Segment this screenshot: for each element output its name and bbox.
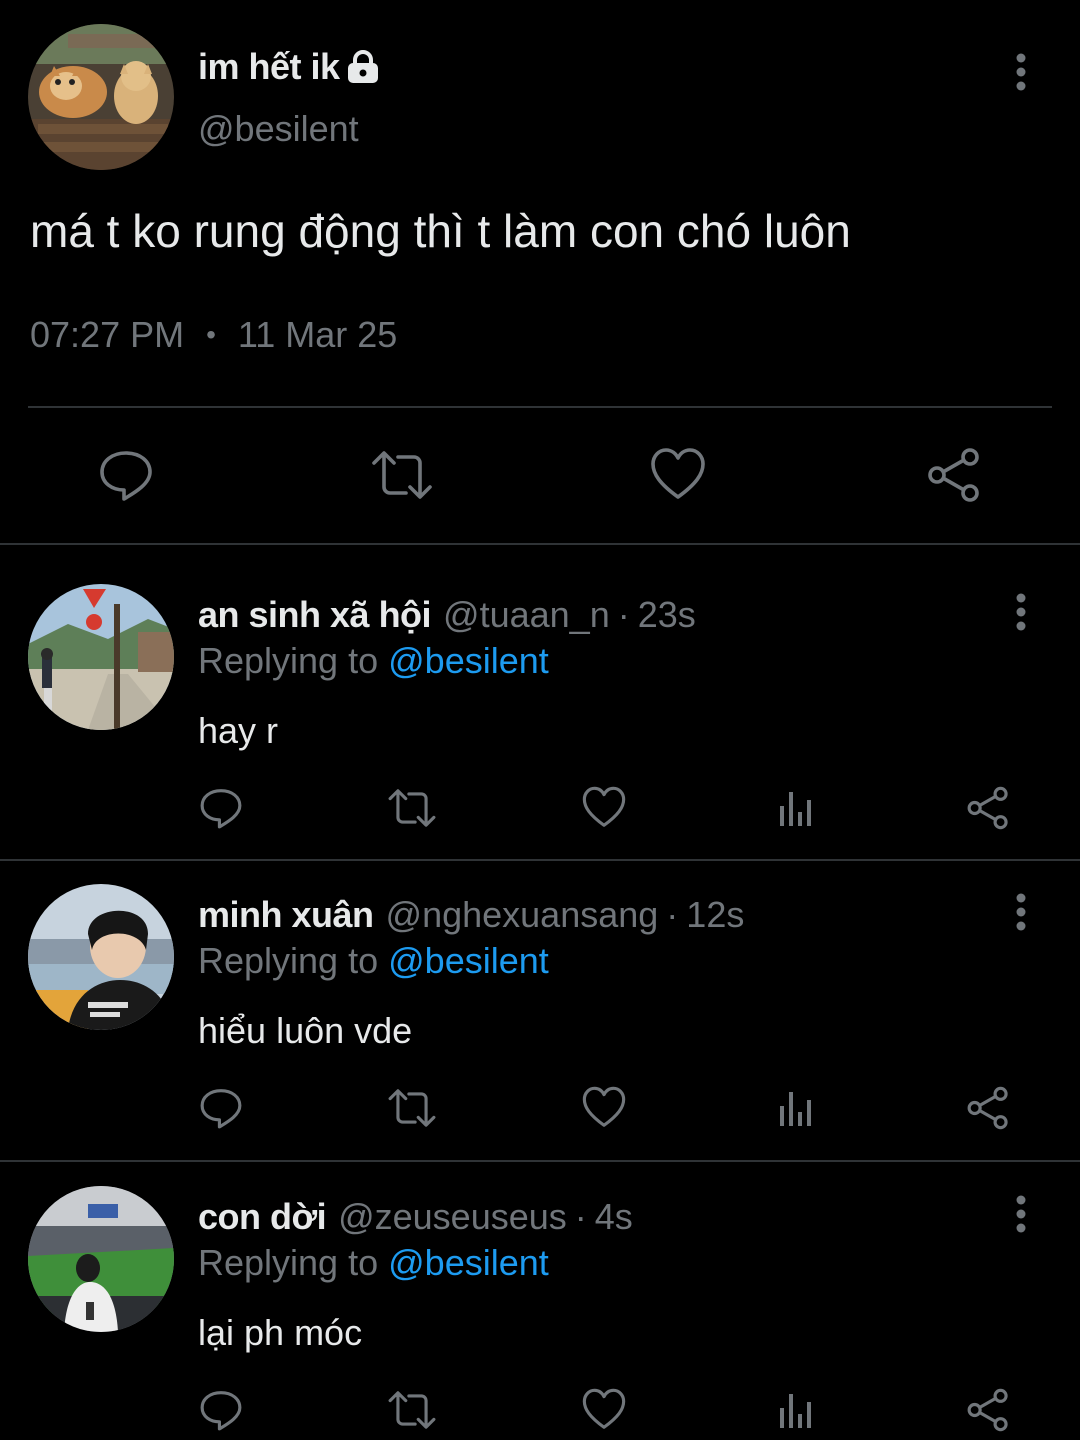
mention-link[interactable]: @besilent bbox=[388, 640, 549, 681]
replying-to-label: Replying to bbox=[198, 940, 379, 981]
reply-icon bbox=[199, 1086, 243, 1130]
replying-to-line: Replying to @besilent bbox=[198, 940, 549, 982]
header-separator: · bbox=[574, 1196, 587, 1237]
reply-icon bbox=[98, 447, 154, 503]
tweet-date: 11 Mar 25 bbox=[237, 314, 398, 355]
reply-icon bbox=[199, 786, 243, 830]
share-button[interactable] bbox=[960, 1080, 1016, 1136]
analytics-icon bbox=[776, 788, 816, 828]
share-icon bbox=[926, 447, 982, 503]
reply-header: con dời @zeuseuseus · 4s bbox=[198, 1194, 633, 1240]
share-button[interactable] bbox=[919, 440, 989, 510]
tweet-text: má t ko rung động thì t làm con chó luôn bbox=[30, 205, 851, 257]
reply-tweet[interactable]: minh xuân @nghexuansang · 12s Replying t… bbox=[0, 860, 1080, 1160]
reply-button[interactable] bbox=[193, 780, 249, 836]
tweet-timestamp: 07:27 PM • 11 Mar 25 bbox=[30, 314, 397, 356]
divider bbox=[28, 406, 1052, 408]
reply-icon bbox=[199, 1388, 243, 1432]
reply-header: minh xuân @nghexuansang · 12s bbox=[198, 892, 744, 938]
author-name-row: im hết ik bbox=[198, 44, 380, 90]
retweet-button[interactable] bbox=[384, 1382, 440, 1438]
reply-handle[interactable]: @nghexuansang bbox=[386, 894, 659, 936]
reply-time: 12s bbox=[686, 894, 745, 935]
header-separator: · bbox=[617, 594, 630, 635]
reply-display-name[interactable]: minh xuân bbox=[198, 894, 374, 936]
reply-tweet[interactable]: con dời @zeuseuseus · 4s Replying to @be… bbox=[0, 1162, 1080, 1440]
main-tweet: im hết ik @besilent má t ko rung động th… bbox=[0, 0, 1080, 545]
analytics-button[interactable] bbox=[768, 1080, 824, 1136]
like-icon bbox=[582, 1086, 626, 1130]
reply-time: 23s bbox=[637, 594, 696, 635]
replying-to-label: Replying to bbox=[198, 1242, 379, 1283]
like-icon bbox=[650, 447, 706, 503]
retweet-button[interactable] bbox=[384, 780, 440, 836]
tweet-action-bar bbox=[0, 440, 1080, 510]
more-vertical-icon[interactable] bbox=[1013, 52, 1029, 92]
reply-action-bar bbox=[0, 1382, 1080, 1440]
tweet-thread-screen: im hết ik @besilent má t ko rung động th… bbox=[0, 0, 1080, 1440]
like-button[interactable] bbox=[576, 1080, 632, 1136]
tweet-time: 07:27 PM bbox=[30, 314, 185, 355]
more-vertical-icon[interactable] bbox=[1013, 592, 1029, 632]
analytics-icon bbox=[776, 1390, 816, 1430]
like-button[interactable] bbox=[576, 1382, 632, 1438]
reply-button[interactable] bbox=[193, 1382, 249, 1438]
share-icon bbox=[966, 1086, 1010, 1130]
replying-to-line: Replying to @besilent bbox=[198, 1242, 549, 1284]
avatar[interactable] bbox=[28, 884, 174, 1030]
reply-action-bar bbox=[0, 1080, 1080, 1140]
reply-text: hiểu luôn vde bbox=[198, 1010, 413, 1051]
like-button[interactable] bbox=[576, 780, 632, 836]
mention-link[interactable]: @besilent bbox=[388, 1242, 549, 1283]
lock-icon bbox=[346, 50, 380, 84]
retweet-icon bbox=[370, 447, 434, 503]
share-button[interactable] bbox=[960, 780, 1016, 836]
retweet-button[interactable] bbox=[367, 440, 437, 510]
reply-text: lại ph móc bbox=[198, 1312, 363, 1353]
reply-handle[interactable]: @tuaan_n bbox=[443, 594, 610, 636]
like-icon bbox=[582, 786, 626, 830]
retweet-icon bbox=[387, 786, 437, 830]
avatar[interactable] bbox=[28, 1186, 174, 1332]
retweet-button[interactable] bbox=[384, 1080, 440, 1136]
analytics-button[interactable] bbox=[768, 780, 824, 836]
header-separator: · bbox=[666, 894, 679, 935]
author-display-name[interactable]: im hết ik bbox=[198, 46, 340, 88]
more-vertical-icon[interactable] bbox=[1013, 1194, 1029, 1234]
share-icon bbox=[966, 1388, 1010, 1432]
divider bbox=[0, 543, 1080, 545]
reply-handle[interactable]: @zeuseuseus bbox=[338, 1196, 567, 1238]
analytics-button[interactable] bbox=[768, 1382, 824, 1438]
reply-display-name[interactable]: an sinh xã hội bbox=[198, 594, 432, 636]
avatar[interactable] bbox=[28, 584, 174, 730]
mention-link[interactable]: @besilent bbox=[388, 940, 549, 981]
reply-time: 4s bbox=[594, 1196, 633, 1237]
reply-button[interactable] bbox=[193, 1080, 249, 1136]
replying-to-line: Replying to @besilent bbox=[198, 640, 549, 682]
reply-text: hay r bbox=[198, 710, 279, 751]
share-icon bbox=[966, 786, 1010, 830]
like-icon bbox=[582, 1388, 626, 1432]
like-button[interactable] bbox=[643, 440, 713, 510]
reply-tweet[interactable]: an sinh xã hội @tuaan_n · 23s Replying t… bbox=[0, 560, 1080, 860]
reply-header: an sinh xã hội @tuaan_n · 23s bbox=[198, 592, 696, 638]
reply-button[interactable] bbox=[91, 440, 161, 510]
retweet-icon bbox=[387, 1086, 437, 1130]
reply-action-bar bbox=[0, 780, 1080, 840]
more-vertical-icon[interactable] bbox=[1013, 892, 1029, 932]
retweet-icon bbox=[387, 1388, 437, 1432]
share-button[interactable] bbox=[960, 1382, 1016, 1438]
author-handle[interactable]: @besilent bbox=[198, 108, 359, 150]
reply-display-name[interactable]: con dời bbox=[198, 1196, 327, 1238]
avatar[interactable] bbox=[28, 24, 174, 170]
replying-to-label: Replying to bbox=[198, 640, 379, 681]
meta-separator: • bbox=[206, 319, 216, 350]
analytics-icon bbox=[776, 1088, 816, 1128]
